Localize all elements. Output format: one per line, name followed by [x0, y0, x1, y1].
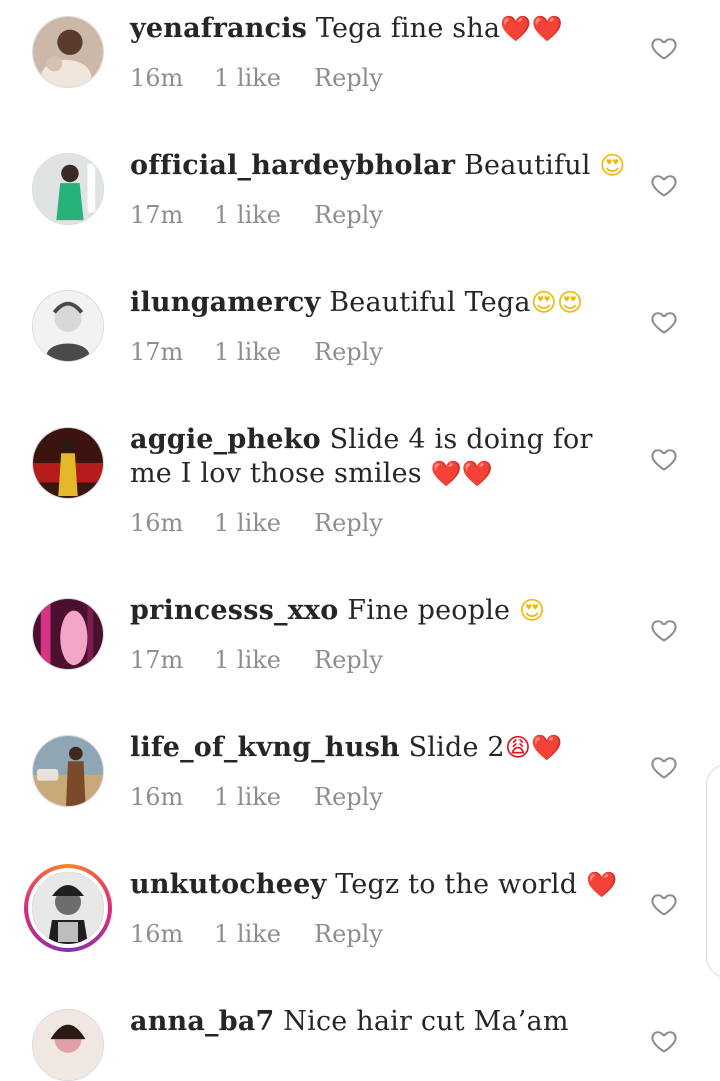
like-button[interactable] [650, 308, 678, 336]
reply-button[interactable]: Reply [314, 509, 404, 537]
reply-button[interactable]: Reply [314, 783, 404, 811]
comment-likes[interactable]: 1 like [214, 338, 314, 366]
comment-text: ilungamercy Beautiful Tega😍😍 [130, 286, 630, 320]
comment-time: 16m [130, 64, 184, 92]
avatar-image [33, 1010, 103, 1080]
comment-body: Beautiful [455, 150, 600, 181]
comment-body: Nice hair cut Ma’am [274, 1006, 569, 1037]
avatar[interactable] [32, 1009, 104, 1081]
comment-time: 16m [130, 509, 184, 537]
like-button[interactable] [650, 445, 678, 473]
avatar-image [33, 17, 103, 87]
like-button[interactable] [650, 753, 678, 781]
avatar-image [33, 428, 103, 498]
comment-time: 17m [130, 201, 184, 229]
heart-eyes-emoji: 😍 [519, 596, 546, 625]
comment-username[interactable]: princesss_xxo [130, 595, 339, 626]
heart-outline-icon [651, 38, 677, 60]
avatar[interactable] [32, 598, 104, 670]
comment-likes[interactable]: 1 like [214, 64, 314, 92]
comment-body: Tega fine sha [307, 13, 501, 44]
like-button[interactable] [650, 34, 678, 62]
avatar-image [33, 291, 103, 361]
comment-text: life_of_kvng_hush Slide 2😩❤️ [130, 731, 630, 765]
avatar-image [32, 872, 104, 944]
heart-outline-icon [651, 175, 677, 197]
comment-text: princesss_xxo Fine people 😍 [130, 594, 630, 628]
comment-likes[interactable]: 1 like [214, 509, 314, 537]
comment-likes[interactable]: 1 like [214, 646, 314, 674]
avatar[interactable] [32, 153, 104, 225]
avatar-image [33, 599, 103, 669]
heart-outline-icon [651, 312, 677, 334]
comments-list: yenafrancis Tega fine sha❤️❤️ 16m 1 like… [0, 0, 720, 1081]
reply-button[interactable]: Reply [314, 920, 404, 948]
reply-button[interactable]: Reply [314, 338, 404, 366]
comment-text: yenafrancis Tega fine sha❤️❤️ [130, 12, 630, 46]
like-button[interactable] [650, 890, 678, 918]
comment-meta: 16m 1 like Reply [130, 783, 404, 811]
heart-outline-icon [651, 757, 677, 779]
comment-time: 17m [130, 646, 184, 674]
heart-outline-icon [651, 1031, 677, 1053]
avatar[interactable] [32, 427, 104, 499]
comment-username[interactable]: aggie_pheko [130, 424, 321, 455]
avatar[interactable] [32, 735, 104, 807]
comment-username[interactable]: unkutocheey [130, 869, 326, 900]
comment-body: Beautiful Tega [320, 287, 531, 318]
heart-emoji: ❤️❤️ [430, 459, 494, 488]
like-button[interactable] [650, 1027, 678, 1055]
comment-likes[interactable]: 1 like [214, 201, 314, 229]
weary-heart-emoji: 😩❤️ [504, 733, 563, 762]
comment-meta: 16m 1 like Reply [130, 64, 404, 92]
heart-outline-icon [651, 620, 677, 642]
comment-username[interactable]: anna_ba7 [130, 1006, 275, 1037]
comment-time: 17m [130, 338, 184, 366]
heart-emoji: ❤️ [586, 870, 618, 899]
comment-username[interactable]: ilungamercy [130, 287, 320, 318]
avatar-story-ring[interactable] [24, 864, 112, 952]
comment-meta: 17m 1 like Reply [130, 646, 404, 674]
comment-likes[interactable]: 1 like [214, 783, 314, 811]
comment-body: Tegz to the world [326, 869, 587, 900]
heart-outline-icon [651, 894, 677, 916]
comment-body: Fine people [338, 595, 520, 626]
avatar-image [33, 154, 103, 224]
comment-text: unkutocheey Tegz to the world ❤️ [130, 868, 630, 902]
comment-text: official_hardeybholar Beautiful 😍 [130, 149, 630, 183]
comment-body: Slide 2 [399, 732, 505, 763]
reply-button[interactable]: Reply [314, 646, 404, 674]
comment-username[interactable]: life_of_kvng_hush [130, 732, 400, 763]
comment-username[interactable]: yenafrancis [130, 13, 307, 44]
comment-time: 16m [130, 920, 184, 948]
reply-button[interactable]: Reply [314, 64, 404, 92]
comment-text: aggie_pheko Slide 4 is doing for me I lo… [130, 423, 630, 491]
like-button[interactable] [650, 171, 678, 199]
avatar[interactable] [32, 16, 104, 88]
reply-button[interactable]: Reply [314, 201, 404, 229]
comment-time: 16m [130, 783, 184, 811]
comment-username[interactable]: official_hardeybholar [130, 150, 455, 181]
avatar-image [33, 736, 103, 806]
comment-likes[interactable]: 1 like [214, 920, 314, 948]
heart-eyes-emoji: 😍😍 [530, 288, 584, 317]
comment-meta: 16m 1 like Reply [130, 920, 404, 948]
floating-panel-edge[interactable] [706, 764, 720, 978]
avatar [28, 868, 108, 948]
comment-meta: 17m 1 like Reply [130, 201, 404, 229]
comment-meta: 16m 1 like Reply [130, 509, 404, 537]
heart-emoji: ❤️❤️ [500, 14, 563, 43]
comment-text: anna_ba7 Nice hair cut Ma’am [130, 1005, 630, 1039]
heart-eyes-emoji: 😍 [599, 151, 626, 180]
heart-outline-icon [651, 449, 677, 471]
comment-meta: 17m 1 like Reply [130, 338, 404, 366]
avatar[interactable] [32, 290, 104, 362]
like-button[interactable] [650, 616, 678, 644]
